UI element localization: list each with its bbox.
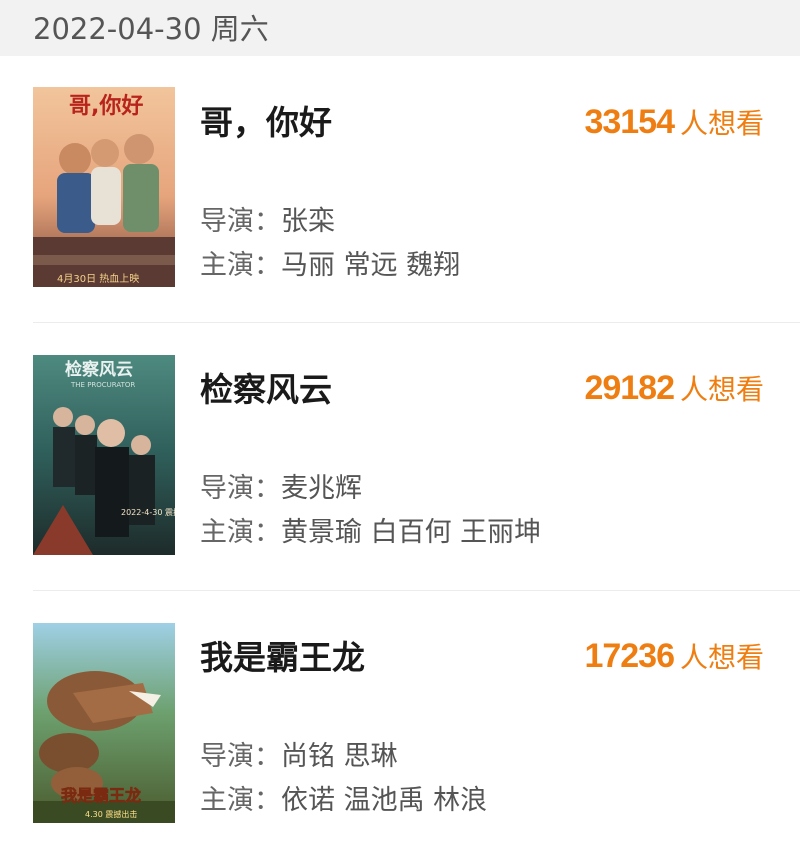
movie-poster[interactable]: 哥,你好 4月30日 热血上映 xyxy=(33,87,175,287)
cast-line: 主演：依诺 温池禹 林浪 xyxy=(200,778,487,817)
director-value: 尚铭 思琳 xyxy=(281,741,398,772)
want-label: 人想看 xyxy=(679,107,764,140)
director-line: 导演：尚铭 思琳 xyxy=(200,734,398,773)
poster-tagline: 4.30 震撼出击 xyxy=(85,809,137,819)
cast-label: 主演： xyxy=(200,517,281,548)
movie-title[interactable]: 检察风云 xyxy=(200,363,332,411)
want-count: 33154 xyxy=(584,103,675,141)
want-to-watch: 17236 人想看 xyxy=(584,636,764,676)
cast-value: 黄景瑜 白百何 王丽坤 xyxy=(281,517,542,548)
director-label: 导演： xyxy=(200,741,281,772)
want-label: 人想看 xyxy=(679,373,764,406)
movie-title[interactable]: 哥，你好 xyxy=(200,96,332,144)
cast-line: 主演：马丽 常远 魏翔 xyxy=(200,243,460,282)
want-count: 17236 xyxy=(584,637,675,675)
movie-title[interactable]: 我是霸王龙 xyxy=(200,631,365,679)
cast-value: 依诺 温池禹 林浪 xyxy=(281,785,488,816)
director-line: 导演：麦兆辉 xyxy=(200,466,362,505)
poster-tagline: 4月30日 热血上映 xyxy=(57,272,139,285)
date-label: 2022-04-30 周六 xyxy=(33,12,269,46)
poster-title: 哥,你好 xyxy=(69,93,143,119)
director-value: 麦兆辉 xyxy=(281,473,362,504)
poster-tagline: 2022-4-30 震撼上映 xyxy=(121,507,175,517)
want-to-watch: 29182 人想看 xyxy=(584,368,764,408)
director-value: 张栾 xyxy=(281,206,335,237)
director-label: 导演： xyxy=(200,473,281,504)
cast-line: 主演：黄景瑜 白百何 王丽坤 xyxy=(200,510,541,549)
cast-value: 马丽 常远 魏翔 xyxy=(281,250,461,281)
poster-subtitle: THE PROCURATOR xyxy=(70,381,135,389)
movie-item[interactable]: 我是霸王龙 4.30 震撼出击 我是霸王龙 17236 人想看 导演：尚铭 思琳 … xyxy=(0,591,800,859)
cast-label: 主演： xyxy=(200,785,281,816)
movie-item[interactable]: 检察风云 THE PROCURATOR 2022-4-30 震撼上映 检察风云 … xyxy=(0,323,800,591)
movie-item[interactable]: 哥,你好 4月30日 热血上映 哥，你好 33154 人想看 导演：张栾 主演：马… xyxy=(0,56,800,324)
director-label: 导演： xyxy=(200,206,281,237)
want-label: 人想看 xyxy=(679,641,764,674)
poster-title: 我是霸王龙 xyxy=(61,786,141,805)
director-line: 导演：张栾 xyxy=(200,199,335,238)
cast-label: 主演： xyxy=(200,250,281,281)
movie-poster[interactable]: 检察风云 THE PROCURATOR 2022-4-30 震撼上映 xyxy=(33,355,175,555)
movie-poster[interactable]: 我是霸王龙 4.30 震撼出击 xyxy=(33,623,175,823)
poster-title: 检察风云 xyxy=(65,359,133,380)
date-header: 2022-04-30 周六 xyxy=(0,0,800,56)
want-count: 29182 xyxy=(584,369,675,407)
want-to-watch: 33154 人想看 xyxy=(584,102,764,142)
